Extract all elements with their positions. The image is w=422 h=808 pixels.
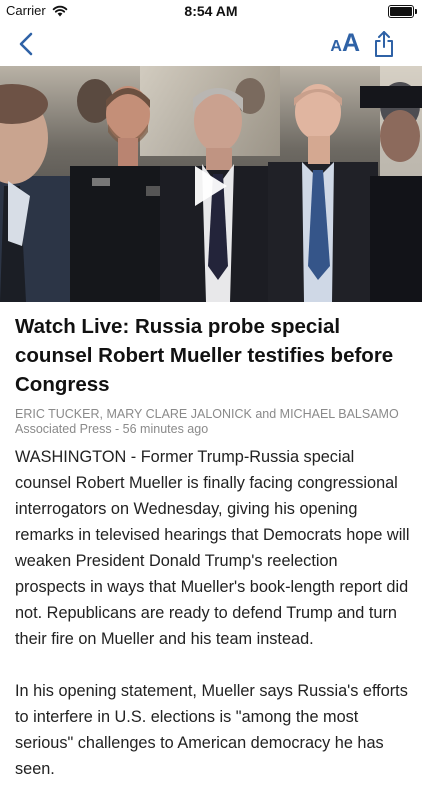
chevron-left-icon[interactable] xyxy=(12,30,40,58)
navigation-bar: AA xyxy=(0,22,422,66)
article-authors: ERIC TUCKER, MARY CLARE JALONICK and MIC… xyxy=(15,407,399,421)
battery-icon xyxy=(388,5,417,18)
article-byline: ERIC TUCKER, MARY CLARE JALONICK and MIC… xyxy=(15,407,415,437)
video-thumbnail xyxy=(0,66,422,302)
article-body: WASHINGTON - Former Trump-Russia special… xyxy=(15,444,410,808)
article-paragraph: In his opening statement, Mueller says R… xyxy=(15,682,408,778)
article-headline: Watch Live: Russia probe special counsel… xyxy=(15,315,394,396)
font-size-button[interactable]: AA xyxy=(330,28,360,62)
font-size-small-label: A xyxy=(330,38,342,55)
status-time: 8:54 AM xyxy=(184,3,238,19)
share-icon[interactable] xyxy=(372,30,396,58)
status-bar: Carrier 8:54 AM xyxy=(0,0,422,22)
article-source: Associated Press - 56 minutes ago xyxy=(15,422,209,436)
article-paragraph: WASHINGTON - Former Trump-Russia special… xyxy=(15,448,410,648)
video-player[interactable] xyxy=(0,66,422,302)
font-size-large-label: A xyxy=(341,29,360,57)
